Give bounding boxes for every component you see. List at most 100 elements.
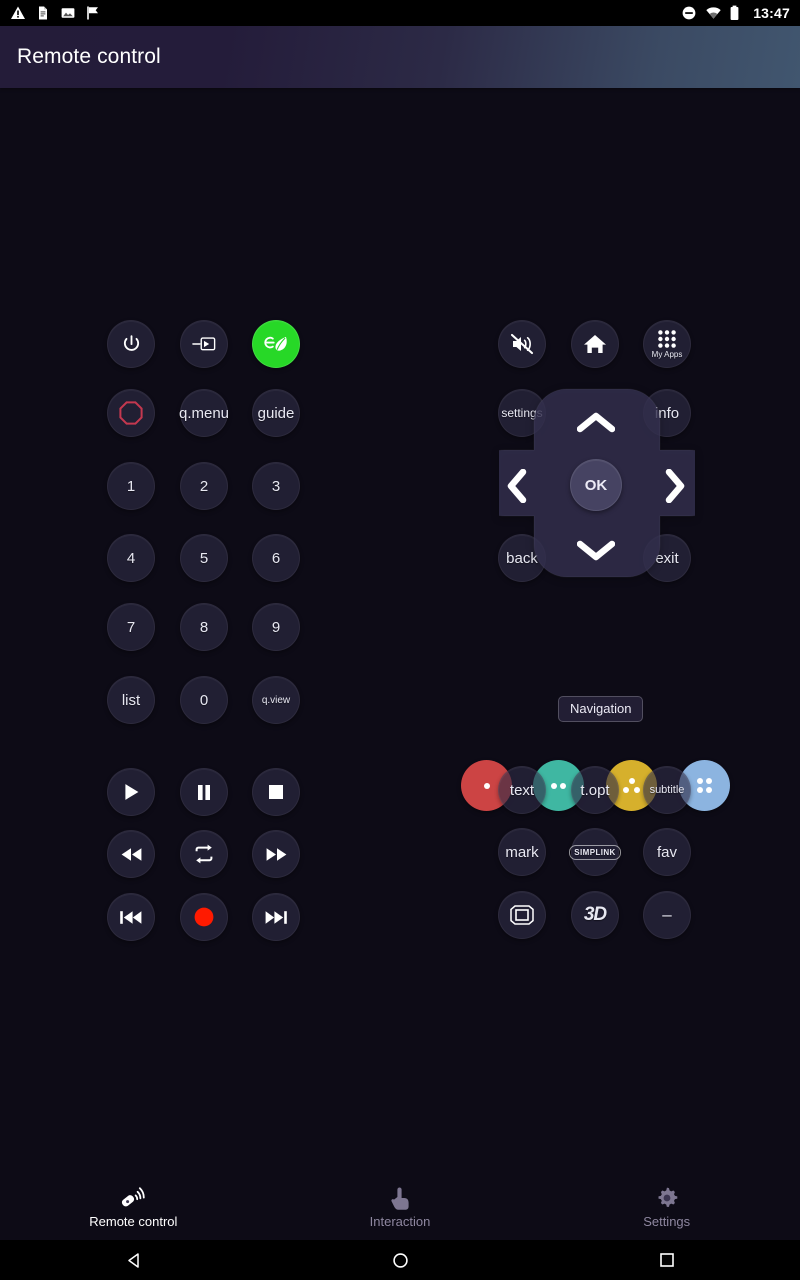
nav-back-button[interactable] (0, 1251, 267, 1270)
t-opt-label: t.opt (580, 781, 610, 799)
document-icon (35, 5, 51, 21)
mute-button[interactable] (498, 320, 546, 368)
three-d-button[interactable]: 3D (571, 891, 619, 939)
digit-0-label: 0 (199, 691, 209, 709)
fav-button[interactable]: fav (643, 828, 691, 876)
chevron-down-icon (577, 540, 615, 561)
play-button[interactable] (107, 768, 155, 816)
tab-interaction[interactable]: Interaction (267, 1170, 534, 1240)
digit-9-button[interactable]: 9 (252, 603, 300, 651)
status-bar: 13:47 (0, 0, 800, 26)
flag-icon (85, 5, 101, 21)
simplink-label: SIMPLINK (569, 844, 621, 860)
input-source-icon (192, 337, 216, 351)
red-octagon-ring-icon (119, 401, 143, 425)
list-button[interactable]: list (107, 676, 155, 724)
home-circle-icon (392, 1252, 408, 1268)
dot (551, 782, 557, 789)
digit-2-button[interactable]: 2 (180, 462, 228, 510)
dpad-ok-button[interactable]: OK (570, 459, 622, 511)
dash-label: – (662, 905, 672, 924)
warning-icon (10, 5, 26, 21)
eco-leaf-icon (264, 336, 287, 351)
tab-settings[interactable]: Settings (533, 1170, 800, 1240)
pause-icon (198, 784, 210, 800)
rewind-button[interactable] (107, 830, 155, 878)
dpad-down-button[interactable] (573, 535, 619, 565)
dot (706, 778, 712, 784)
power-button[interactable] (107, 320, 155, 368)
three-d-label: 3D (583, 904, 607, 925)
recents-square-icon (659, 1253, 674, 1267)
nav-home-button[interactable] (267, 1251, 534, 1270)
page-title: Remote control (17, 45, 161, 68)
energy-saving-button[interactable] (252, 320, 300, 368)
digit-0-button[interactable]: 0 (180, 676, 228, 724)
text-button[interactable]: text (498, 766, 546, 814)
q-view-label: q.view (261, 694, 291, 706)
stop-button[interactable] (252, 768, 300, 816)
mark-button[interactable]: mark (498, 828, 546, 876)
skip-previous-icon (120, 910, 142, 924)
skip-next-button[interactable] (252, 893, 300, 941)
gear-icon (658, 1187, 677, 1207)
digit-5-button[interactable]: 5 (180, 534, 228, 582)
dot (560, 782, 566, 789)
digit-3-button[interactable]: 3 (252, 462, 300, 510)
text-label: text (509, 781, 535, 799)
aspect-ratio-button[interactable] (498, 891, 546, 939)
simplink-button[interactable]: SIMPLINK (569, 828, 621, 876)
stop-icon (269, 785, 283, 799)
aspect-ratio-icon (510, 905, 534, 925)
rewind-icon (121, 847, 141, 861)
subtitle-button[interactable]: subtitle (643, 766, 691, 814)
record-button[interactable] (180, 893, 228, 941)
fast-forward-button[interactable] (252, 830, 300, 878)
skip-next-icon (265, 910, 287, 924)
t-opt-button[interactable]: t.opt (571, 766, 619, 814)
remote-control-pad: q.menu guide 1 2 3 4 5 6 7 8 9 list 0 q.… (0, 88, 800, 1240)
digit-1-button[interactable]: 1 (107, 462, 155, 510)
q-menu-button[interactable]: q.menu (179, 389, 229, 437)
skip-previous-button[interactable] (107, 893, 155, 941)
my-apps-button[interactable]: My Apps (643, 320, 691, 368)
tab-remote-control-label: Remote control (89, 1213, 178, 1229)
color-key-red-dots (483, 782, 490, 789)
digit-7-button[interactable]: 7 (107, 603, 155, 651)
color-key-green-dots (551, 782, 566, 789)
dash-button[interactable]: – (643, 891, 691, 939)
guide-label: guide (257, 404, 295, 422)
nav-recents-button[interactable] (533, 1251, 800, 1269)
chevron-up-icon (577, 412, 615, 433)
navigation-mode-label[interactable]: Navigation (558, 696, 644, 722)
dot (483, 782, 490, 789)
dpad-up-button[interactable] (573, 407, 619, 437)
digit-5-label: 5 (199, 549, 209, 567)
tab-remote-control[interactable]: Remote control (0, 1170, 267, 1240)
repeat-button[interactable] (180, 830, 228, 878)
fast-forward-icon (266, 847, 286, 861)
digit-9-label: 9 (271, 618, 281, 636)
ratio-ring-button[interactable] (107, 389, 155, 437)
q-view-button[interactable]: q.view (252, 676, 300, 724)
tab-interaction-label: Interaction (369, 1213, 431, 1229)
pause-button[interactable] (180, 768, 228, 816)
status-bar-clock: 13:47 (753, 5, 790, 21)
status-bar-right-icons: 13:47 (681, 5, 790, 21)
dpad-left-button[interactable] (501, 469, 533, 503)
home-button[interactable] (571, 320, 619, 368)
apps-grid-icon (658, 330, 676, 348)
tab-settings-label: Settings (643, 1213, 691, 1229)
digit-8-button[interactable]: 8 (180, 603, 228, 651)
play-icon (124, 784, 138, 800)
input-source-button[interactable] (180, 320, 228, 368)
my-apps-label: My Apps (651, 350, 683, 359)
digit-8-label: 8 (199, 618, 209, 636)
digit-4-button[interactable]: 4 (107, 534, 155, 582)
digit-4-label: 4 (126, 549, 136, 567)
guide-button[interactable]: guide (252, 389, 300, 437)
digit-1-label: 1 (126, 477, 136, 495)
digit-6-button[interactable]: 6 (252, 534, 300, 582)
dot (634, 786, 640, 793)
dpad-right-button[interactable] (659, 469, 691, 503)
